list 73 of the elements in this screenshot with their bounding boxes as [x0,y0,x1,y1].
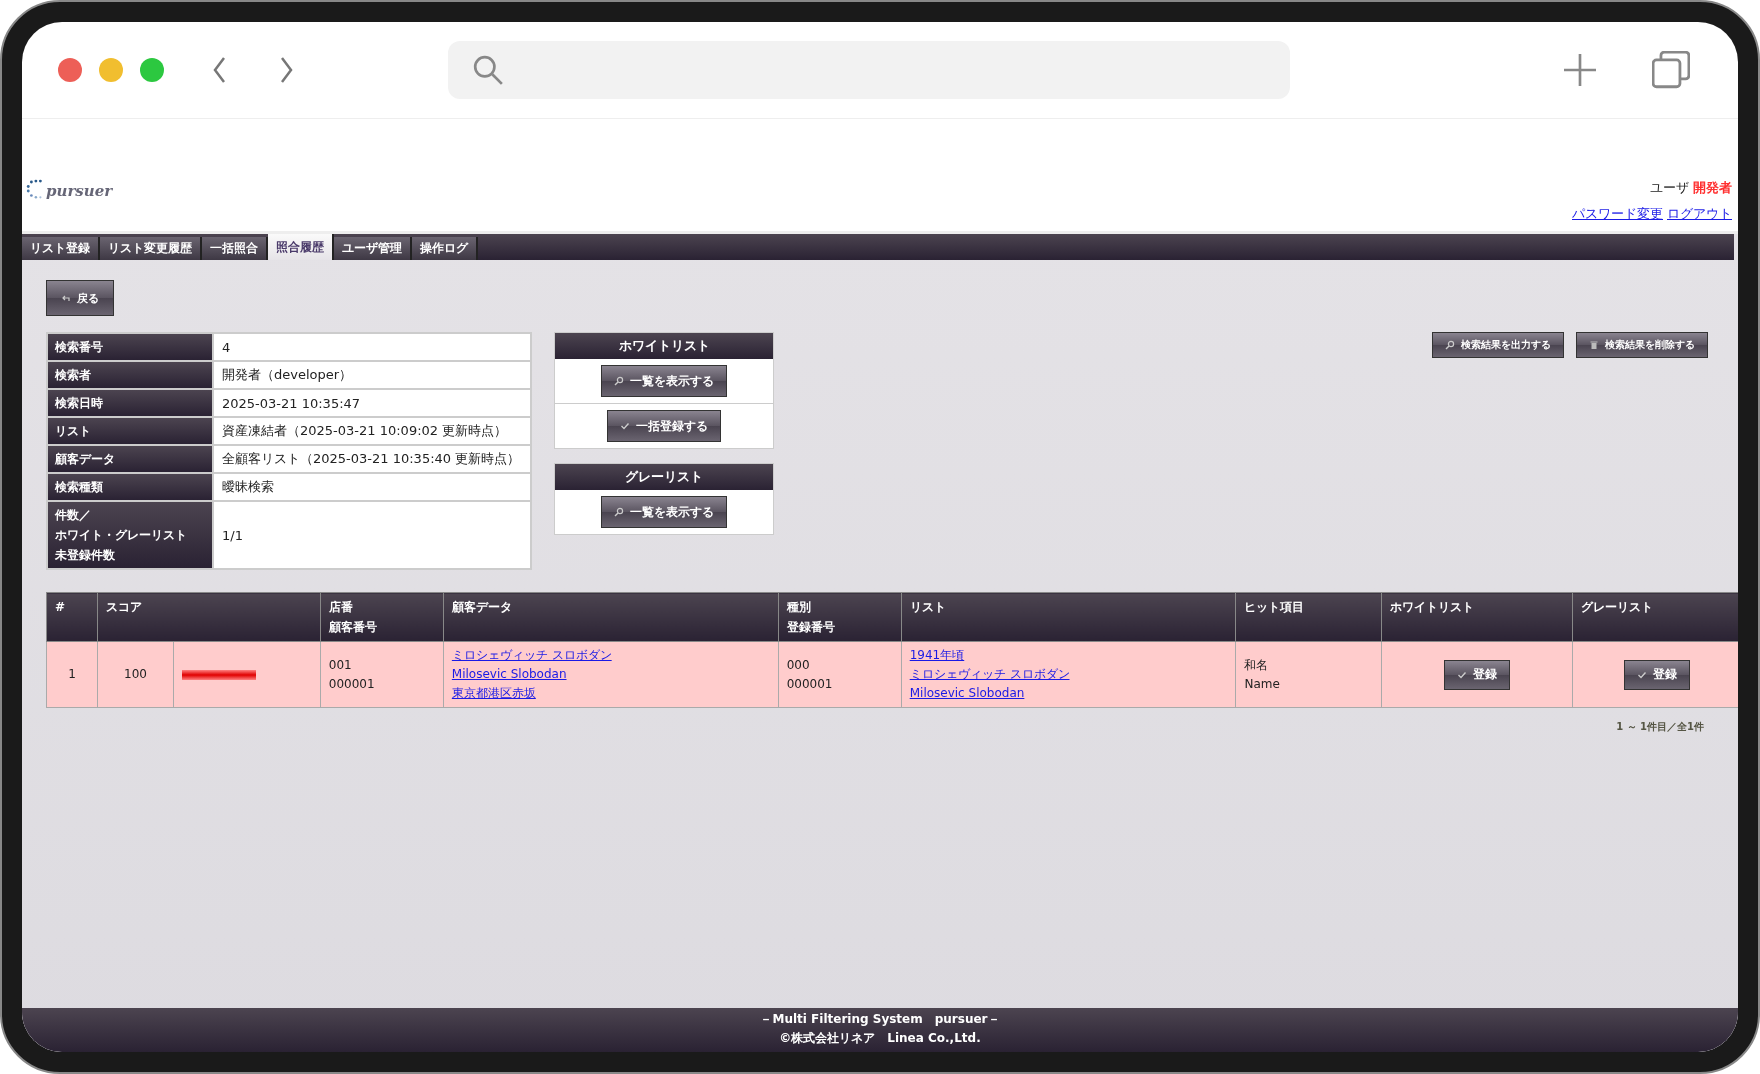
info-label: 検索番号 [55,339,103,356]
back-button[interactable]: 戻る [46,280,114,316]
logo-text: pursuer [46,182,113,200]
customer-link[interactable]: Milosevic Slobodan [451,665,770,684]
info-label: ホワイト・グレーリスト [55,527,187,544]
panel-button[interactable]: 一括登録する [607,410,721,442]
info-label: 未登録件数 [55,547,115,564]
return-arrow-icon [61,293,71,303]
nav-tab[interactable]: リスト変更履歴 [100,237,202,260]
nav-tab[interactable]: リスト登録 [22,237,100,260]
info-value: 全顧客リスト（2025-03-21 10:35:40 更新時点） [213,445,531,473]
search-icon [1445,340,1455,350]
table-cell: 和名 Name [1235,641,1382,708]
nav-tab[interactable]: 一括照合 [202,237,268,260]
column-header: 種別 登録番号 [778,592,902,642]
info-label: リスト [55,423,91,440]
info-value: 4 [213,333,531,361]
info-value: 曖昧検索 [213,473,531,501]
nav-tab[interactable]: 照合履歴 [268,234,334,260]
check-icon [620,421,630,431]
table-cell: 000 000001 [778,641,902,708]
info-value: 資産凍結者（2025-03-21 10:09:02 更新時点） [213,417,531,445]
column-header: ヒット項目 [1235,592,1382,642]
register-button[interactable]: 登録 [1444,659,1511,690]
info-value: 開発者（developer） [213,361,531,389]
column-header: ホワイトリスト [1381,592,1573,642]
search-icon [472,54,504,86]
header-link[interactable]: ログアウト [1667,205,1732,223]
footer-text: －Multi Filtering System pursuer－ [759,1011,1001,1028]
info-value: 2025-03-21 10:35:47 [213,389,531,417]
panel-title: グレーリスト [555,464,773,490]
panel-button[interactable]: 一覧を表示する [601,496,727,528]
action-button[interactable]: 検索結果を出力する [1432,332,1564,358]
info-value: 1/1 [213,501,531,569]
panel-title: ホワイトリスト [555,333,773,359]
user-name: 開発者 [1693,180,1732,195]
column-header: リスト [901,592,1236,642]
nav-tab[interactable]: 操作ログ [412,237,478,260]
action-button[interactable]: 検索結果を削除する [1576,332,1708,358]
check-icon [1457,669,1468,680]
info-label: 検索種類 [55,479,103,496]
list-link[interactable]: Milosevic Slobodan [909,684,1228,703]
search-icon [614,376,624,386]
column-header: グレーリスト [1572,592,1738,642]
table-cell: 1 [46,641,98,708]
footer-text: ©株式会社リネア Linea Co.,Ltd. [778,1030,982,1047]
panel-button[interactable]: 一覧を表示する [601,365,727,397]
customer-link[interactable]: ミロシェヴィッチ スロボダン [451,646,770,665]
maximize-icon[interactable] [140,58,164,82]
table-cell: 100 [97,641,174,708]
column-header: スコア [97,592,321,642]
column-header: 店番 顧客番号 [320,592,444,642]
column-header: 顧客データ [443,592,779,642]
plus-icon[interactable] [1564,54,1596,86]
list-link[interactable]: 1941年頃 [909,646,1228,665]
column-header: # [46,592,98,642]
info-label: 検索日時 [55,395,103,412]
header-link[interactable]: パスワード変更 [1572,205,1663,223]
pagination-text: 1 ～ 1件目／全1件 [1616,720,1704,734]
nav-tab[interactable]: ユーザ管理 [334,237,412,260]
info-label: 検索者 [55,367,91,384]
search-icon [614,507,624,517]
tabs-icon[interactable] [1652,51,1690,89]
info-label: 件数／ [55,507,91,524]
customer-link[interactable]: 東京都港区赤坂 [451,684,770,703]
close-icon[interactable] [58,58,82,82]
table-cell: 001 000001 [320,641,444,708]
list-link[interactable]: ミロシェヴィッチ スロボダン [909,665,1228,684]
info-label: 顧客データ [55,451,115,468]
trash-icon [1589,340,1599,350]
check-icon [1637,669,1648,680]
user-label: ユーザ [1649,180,1689,195]
register-button[interactable]: 登録 [1624,659,1691,690]
